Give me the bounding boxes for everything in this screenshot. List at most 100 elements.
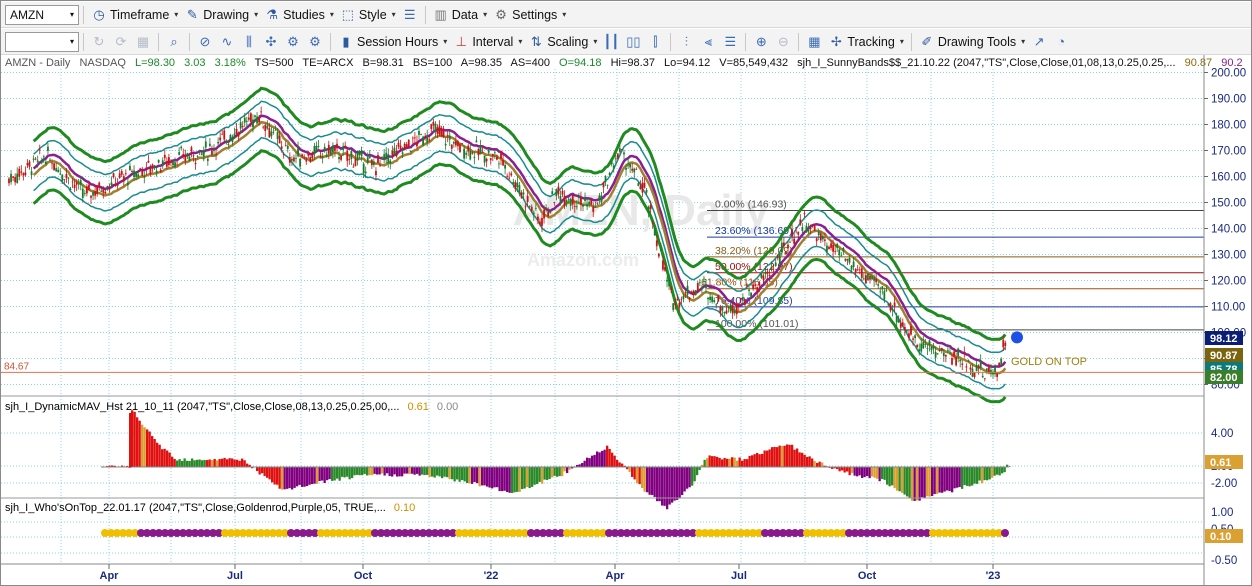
interval-button[interactable]: ⊥ Interval ▾ — [450, 31, 525, 53]
table-icon[interactable]: ▦ — [803, 31, 825, 53]
time-tick-label: Jul — [731, 570, 747, 582]
candle-body — [57, 169, 60, 173]
candle-body — [219, 137, 222, 141]
candle-body — [801, 227, 804, 231]
histogram-bar — [841, 467, 844, 471]
histogram-bar — [783, 445, 786, 467]
candle-body — [555, 189, 558, 197]
bars-icon[interactable]: ┃┃ — [600, 31, 622, 53]
histogram-bar — [196, 459, 199, 467]
histogram-bar — [488, 467, 491, 488]
reload-icon[interactable]: ⟳ — [110, 31, 132, 53]
candle-body — [233, 133, 236, 137]
trend-icon[interactable]: ↗ — [1028, 31, 1050, 53]
histogram-bar — [631, 467, 634, 477]
candle-body — [69, 188, 72, 191]
drawing-tools-button[interactable]: ✐ Drawing Tools ▾ — [916, 31, 1028, 53]
candle-body — [250, 113, 252, 122]
scaling-button[interactable]: ⇅ Scaling ▾ — [525, 31, 600, 53]
histogram-bar — [168, 452, 171, 467]
histogram-bar — [191, 458, 194, 467]
volume-icon[interactable]: ⫿ — [644, 31, 666, 53]
price-axis[interactable]: 200.00 190.00 180.00 170.00 160.00 150.00 140.… — [1204, 68, 1246, 568]
settings-button[interactable]: ⚙ Settings ▾ — [490, 4, 569, 26]
candle-body — [739, 297, 742, 300]
histogram-bar — [418, 467, 421, 476]
candle-body — [768, 275, 771, 277]
histogram-bar — [173, 458, 176, 467]
candle-body — [360, 150, 363, 156]
histogram-bar — [996, 467, 999, 475]
histogram-bar — [428, 467, 431, 478]
search-icon[interactable]: ⌕ — [163, 31, 185, 53]
candle-body — [71, 181, 74, 183]
secondary-input[interactable]: ▾ — [5, 31, 79, 52]
symbol-input[interactable]: AMZN ▾ — [5, 4, 79, 25]
timeframe-button[interactable]: ◷ Timeframe ▾ — [88, 4, 181, 26]
style-button[interactable]: ⬚ Style ▾ — [337, 4, 399, 26]
gold-on-top-label: GOLD ON TOP — [1011, 356, 1087, 368]
histogram-bar — [708, 455, 711, 467]
candle-body — [471, 152, 474, 154]
candle-body — [844, 258, 847, 261]
histogram-bar — [946, 467, 949, 491]
histogram-bar — [591, 455, 594, 467]
ts-label: TS=500 — [255, 57, 294, 69]
charting-window: AMZN ▾ ◷ Timeframe ▾ ✎ Drawing ▾ ⚗ Studies ▾ ⬚ S… — [0, 0, 1252, 586]
clock-icon: ◷ — [93, 6, 105, 22]
spread-icon[interactable]: ⫷ — [697, 31, 719, 53]
zoom-in-icon[interactable]: ⊕ — [750, 31, 772, 53]
candle-body — [842, 247, 845, 252]
candle-body — [776, 254, 779, 259]
candle-body — [452, 141, 455, 144]
histogram-bar — [323, 467, 326, 484]
grid-icon[interactable]: ▦ — [132, 31, 154, 53]
session-hours-button[interactable]: ▮ Session Hours ▾ — [335, 31, 450, 53]
candle-body — [258, 117, 260, 123]
zoom-out-icon[interactable]: ⊖ — [772, 31, 794, 53]
tracking-button[interactable]: ✢ Tracking ▾ — [825, 31, 906, 53]
settings-icon[interactable]: ⚙ — [282, 31, 304, 53]
histogram-bar — [306, 467, 309, 487]
histogram-bar — [611, 452, 614, 467]
speedometer-icon[interactable]: ◔ — [1050, 31, 1072, 53]
studies-button[interactable]: ⚗ Studies ▾ — [261, 4, 337, 26]
histogram-bar — [553, 467, 556, 476]
histogram-bar — [838, 467, 841, 472]
candle-body — [475, 140, 478, 143]
candle-body — [165, 161, 168, 167]
candle-body — [426, 135, 429, 143]
candle-body — [202, 151, 205, 157]
line-chart-icon[interactable]: ∿ — [216, 31, 238, 53]
histogram-bar — [511, 467, 514, 494]
candle-body — [983, 378, 986, 380]
bid-size-label: BS=100 — [413, 57, 452, 69]
histogram-bar — [601, 450, 604, 467]
candle-body — [957, 348, 960, 356]
candle-body — [200, 153, 203, 155]
candle-body — [346, 150, 349, 161]
candle-body — [366, 157, 369, 163]
layout-icon[interactable]: ☰ — [399, 4, 421, 26]
drawing-button[interactable]: ✎ Drawing ▾ — [181, 4, 261, 26]
histogram-bar — [508, 467, 511, 493]
data-button[interactable]: ▥ Data ▾ — [430, 4, 490, 26]
panes-icon[interactable]: ☰ — [719, 31, 741, 53]
histogram-bar — [928, 467, 931, 497]
candle-body — [903, 327, 906, 331]
refresh-icon[interactable]: ↻ — [88, 31, 110, 53]
histogram-bar — [376, 467, 379, 475]
histogram-bar — [416, 467, 419, 474]
candle-body — [188, 156, 191, 162]
candle-body — [161, 160, 164, 166]
grid-settings-icon[interactable]: ⚙ — [304, 31, 326, 53]
time-axis[interactable]: Apr Jul Oct '22 Apr Jul Oct '23 — [100, 564, 1001, 582]
histogram-bar — [303, 467, 306, 487]
histogram-bar — [156, 442, 159, 467]
indicator-icon[interactable]: ⊘ — [194, 31, 216, 53]
ticks-icon[interactable]: ⫶ — [675, 31, 697, 53]
candle-icon[interactable]: ⫼ — [238, 31, 260, 53]
crosshair-icon[interactable]: ✣ — [260, 31, 282, 53]
chart-area[interactable]: AMZN, Daily Amazon.com 0.00% (146.93)23.… — [1, 55, 1251, 586]
candles-icon[interactable]: ▯▯ — [622, 31, 644, 53]
